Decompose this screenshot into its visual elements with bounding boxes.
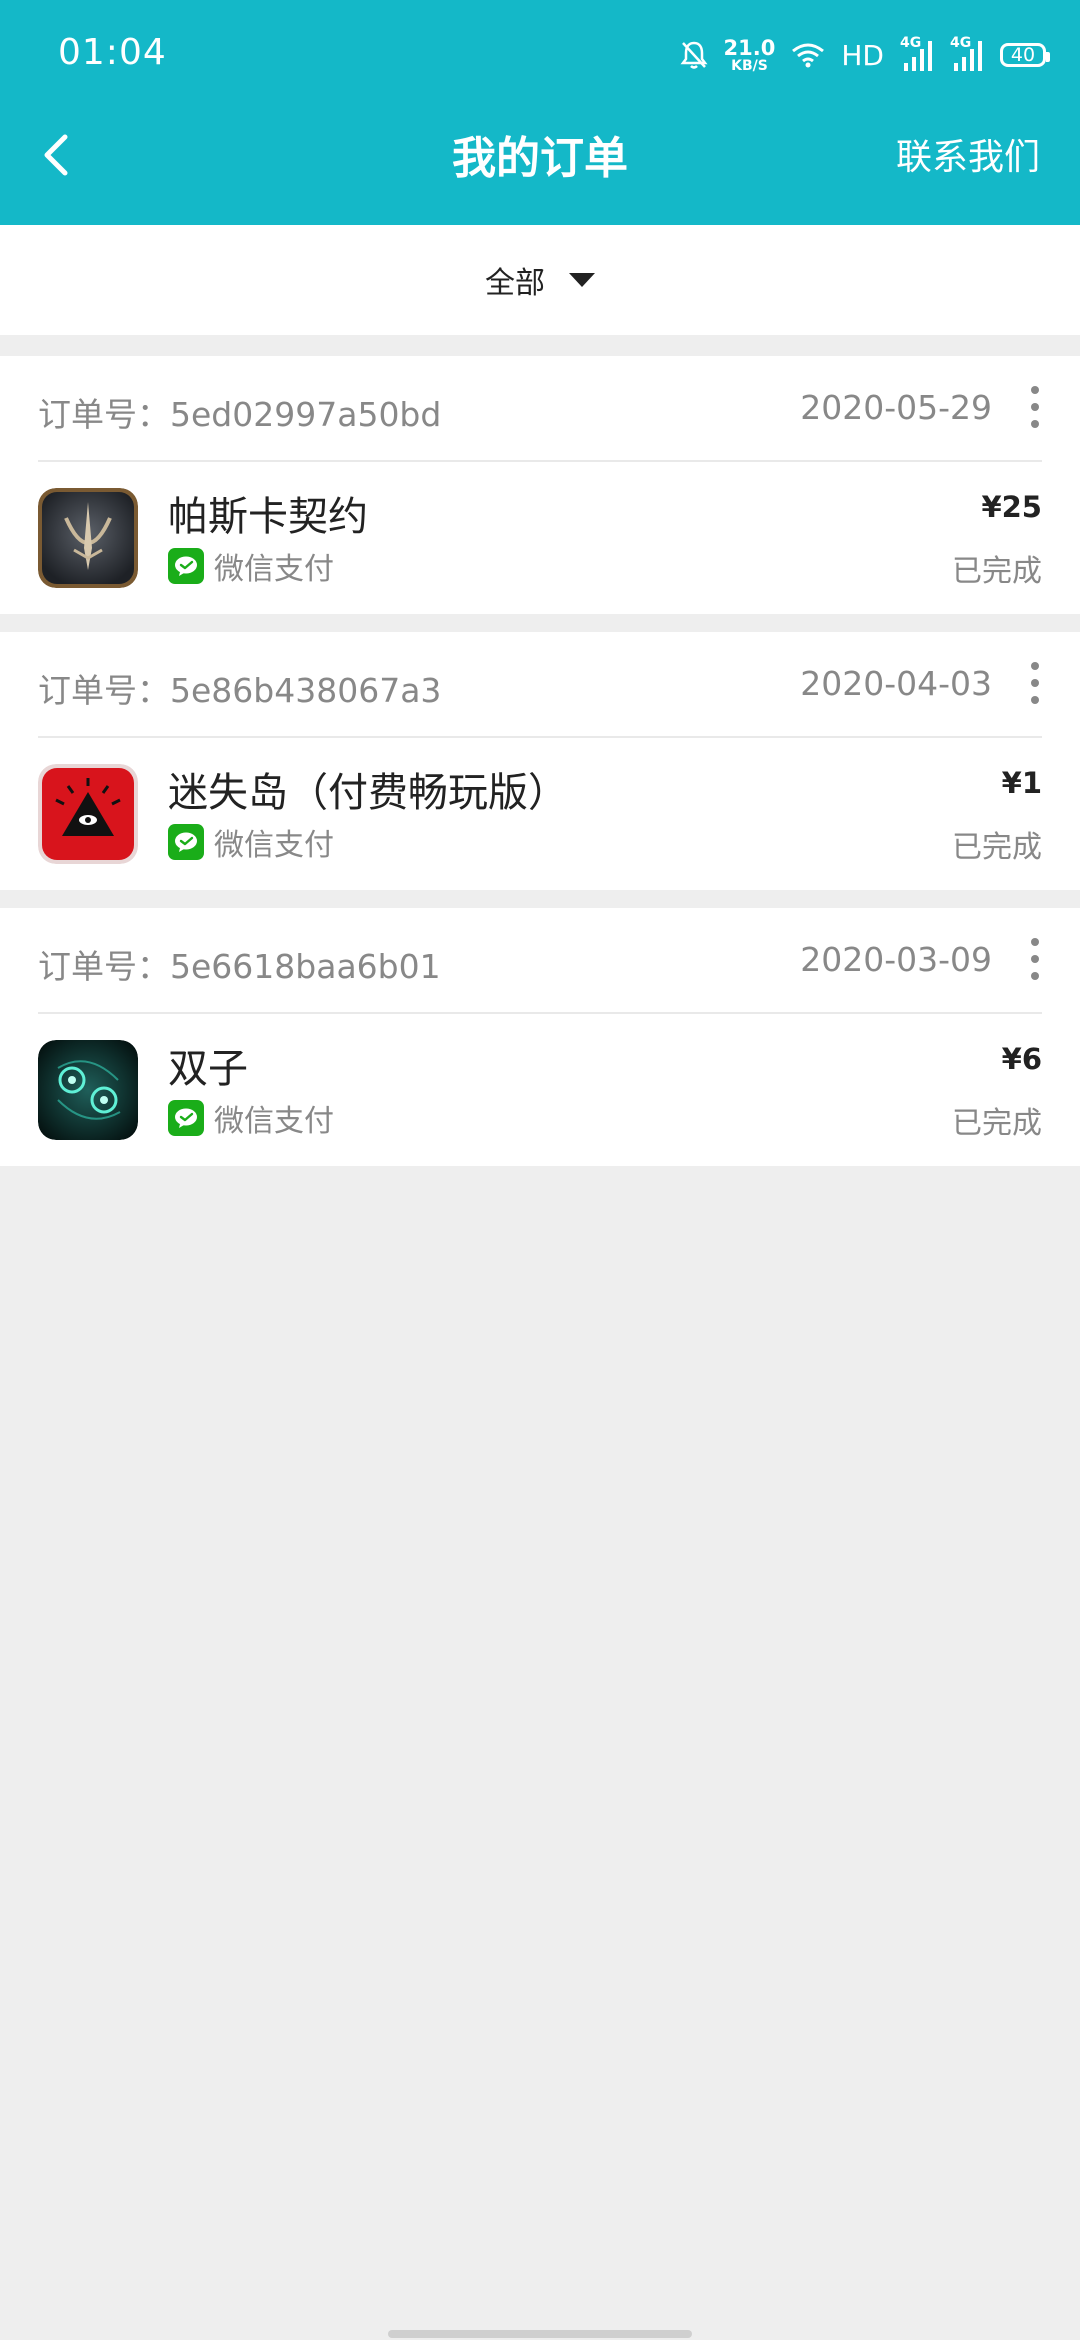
payment-label: 微信支付 xyxy=(214,552,334,587)
status-icons: 21.0 KB/S HD 4G 4G 40 xyxy=(680,30,1050,80)
order-number: 订单号：5e6618baa6b01 xyxy=(38,947,441,986)
more-options-button[interactable] xyxy=(1028,386,1042,428)
app-icon-gemini xyxy=(38,1040,138,1140)
order-header: 订单号：5e86b438067a3 2020-04-03 xyxy=(38,632,1042,738)
top-bar: 01:04 21.0 KB/S HD 4G 4G 40 我的订单 联系我们 xyxy=(0,0,1080,225)
status-time: 01:04 xyxy=(58,32,167,73)
order-date: 2020-04-03 xyxy=(800,664,992,703)
payment-method: 微信支付 xyxy=(168,1096,334,1140)
filter-label: 全部 xyxy=(485,266,545,301)
back-button[interactable] xyxy=(30,120,80,190)
network-speed-unit: KB/S xyxy=(731,57,768,74)
order-number: 订单号：5e86b438067a3 xyxy=(38,671,442,710)
order-status: 已完成 xyxy=(952,1106,1042,1141)
caret-down-icon xyxy=(569,273,595,287)
filter-dropdown[interactable]: 全部 xyxy=(485,258,595,302)
order-number: 订单号：5ed02997a50bd xyxy=(38,395,442,434)
more-options-button[interactable] xyxy=(1028,662,1042,704)
home-indicator[interactable] xyxy=(388,2330,692,2338)
filter-bar: 全部 xyxy=(0,225,1080,335)
payment-method: 微信支付 xyxy=(168,544,334,588)
wechat-pay-icon xyxy=(168,824,204,860)
app-icon-pascal xyxy=(38,488,138,588)
order-header: 订单号：5e6618baa6b01 2020-03-09 xyxy=(38,908,1042,1014)
wifi-icon xyxy=(792,43,825,68)
mute-bell-icon xyxy=(680,41,708,69)
order-date: 2020-05-29 xyxy=(800,388,992,427)
order-card[interactable]: 订单号：5ed02997a50bd 2020-05-29 帕斯卡契约 微信支付 … xyxy=(0,356,1080,614)
battery-level: 40 xyxy=(1010,44,1036,66)
payment-label: 微信支付 xyxy=(214,1104,334,1139)
app-name: 迷失岛（付费畅玩版） xyxy=(168,770,568,816)
battery-icon: 40 xyxy=(1000,43,1050,67)
signal-icon-1: 4G xyxy=(900,35,934,75)
signal-icon-2: 4G xyxy=(950,35,984,75)
wechat-pay-icon xyxy=(168,1100,204,1136)
order-header: 订单号：5ed02997a50bd 2020-05-29 xyxy=(38,356,1042,462)
back-arrow-icon xyxy=(44,134,68,176)
app-icon-lost-island xyxy=(38,764,138,864)
order-price: ¥25 xyxy=(981,490,1042,524)
order-date: 2020-03-09 xyxy=(800,940,992,979)
more-options-button[interactable] xyxy=(1028,938,1042,980)
order-status: 已完成 xyxy=(952,830,1042,865)
wechat-pay-icon xyxy=(168,548,204,584)
network-speed-value: 21.0 xyxy=(723,35,776,60)
order-price: ¥6 xyxy=(1001,1042,1042,1076)
payment-label: 微信支付 xyxy=(214,828,334,863)
app-name: 帕斯卡契约 xyxy=(168,494,368,540)
hd-indicator: HD xyxy=(841,38,884,72)
contact-us-button[interactable]: 联系我们 xyxy=(896,128,1040,180)
order-card[interactable]: 订单号：5e86b438067a3 2020-04-03 迷失岛（付费畅玩版） … xyxy=(0,632,1080,890)
order-card[interactable]: 订单号：5e6618baa6b01 2020-03-09 双子 微信支付 ¥6 … xyxy=(0,908,1080,1166)
app-name: 双子 xyxy=(168,1046,248,1092)
order-price: ¥1 xyxy=(1001,766,1042,800)
payment-method: 微信支付 xyxy=(168,820,334,864)
order-status: 已完成 xyxy=(952,554,1042,589)
network-speed: 21.0 KB/S xyxy=(723,35,776,74)
